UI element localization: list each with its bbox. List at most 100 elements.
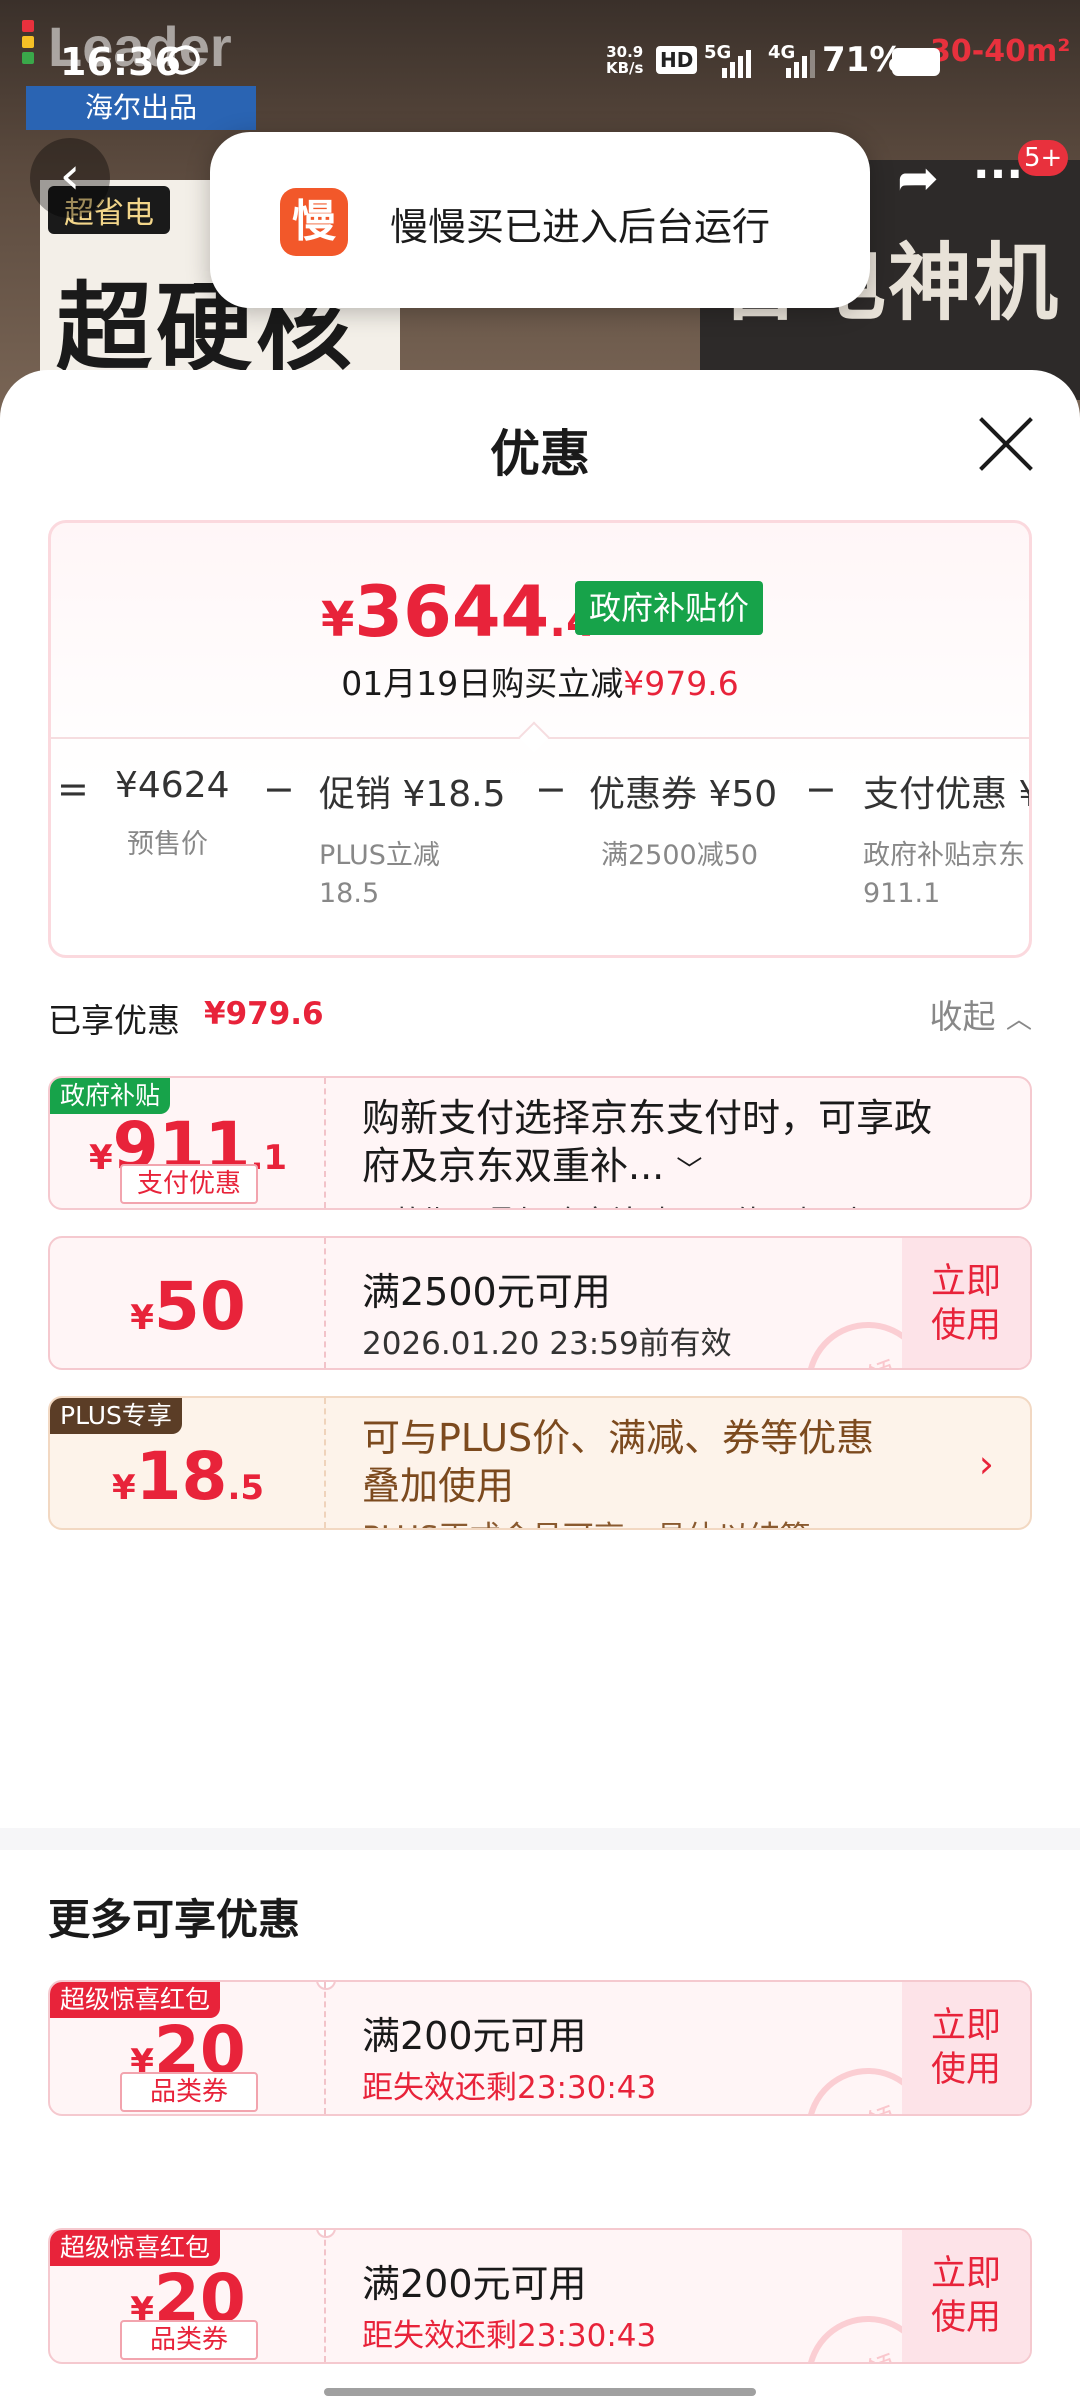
coupon-desc-line1: 购新支付选择京东支付时，可享政 xyxy=(362,1096,933,1140)
section-divider xyxy=(0,1828,1080,1850)
status-time: 16:36 xyxy=(60,40,181,84)
coupon-desc: 满200元可用 距失效还剩23:30:43 xyxy=(362,2260,656,2355)
coupon-value-area: 超级惊喜红包 ¥20 品类券 xyxy=(50,2230,326,2362)
coupon-currency: ¥ xyxy=(88,1138,113,1178)
enjoyed-discount-row: 已享优惠 ¥979.6 收起 ︿ xyxy=(48,990,1032,1040)
breakdown-amount: 优惠券 ¥50 xyxy=(589,774,778,815)
collapse-label: 收起 xyxy=(929,997,996,1036)
signal-4g-label: 4G xyxy=(768,42,796,63)
use-now-label-2: 使用 xyxy=(930,2298,1001,2338)
op-minus: − xyxy=(805,767,837,811)
net-rate-unit: KB/s xyxy=(606,59,644,77)
coupon-desc-line1: 可与PLUS价、满减、券等优惠 xyxy=(362,1416,875,1460)
sheet-title: 优惠 xyxy=(490,425,590,483)
price-currency: ¥ xyxy=(321,592,355,648)
coupon-countdown: 距失效还剩23:30:43 xyxy=(362,2070,657,2106)
gov-subsidy-coupon[interactable]: 政府补贴 ¥911.1 支付优惠 购新支付选择京东支付时，可享政 府及京东双重补… xyxy=(48,1076,1032,1210)
coupon-desc-line3: 尾款期可叠加政府补贴，具体以规则… xyxy=(362,1197,932,1208)
price-sub-prefix: 01月19日购买立减 xyxy=(341,664,624,703)
op-minus: − xyxy=(263,767,295,811)
breakdown-amount: ¥4624 xyxy=(115,765,230,806)
coupon-desc: 满2500元可用 2026.01.20 23:59前有效 xyxy=(362,1268,732,1363)
manmanmai-app-icon: 慢 xyxy=(280,188,348,256)
use-now-button[interactable]: 立即 使用 xyxy=(902,1238,1030,1368)
collapse-button[interactable]: 收起 ︿ xyxy=(929,990,1032,1038)
price-sub-line: 01月19日购买立减¥979.6 xyxy=(51,657,1029,705)
coupon-tag: PLUS专享 xyxy=(50,1398,182,1434)
use-now-label-1: 立即 xyxy=(930,1262,1001,1302)
coupon-50[interactable]: ¥50 满2500元可用 2026.01.20 23:59前有效 已领 立即 使… xyxy=(48,1236,1032,1370)
op-equals: = xyxy=(57,767,89,811)
coupon-value-area: 政府补贴 ¥911.1 支付优惠 xyxy=(50,1078,326,1208)
coupon-subtag: 支付优惠 xyxy=(120,1164,258,1204)
breakdown-amount: 促销 ¥18.5 xyxy=(319,774,506,815)
signal-4g-icon: 4G xyxy=(768,42,820,78)
more-discounts-title: 更多可享优惠 xyxy=(48,1895,301,1944)
net-rate-value: 30.9 xyxy=(606,43,644,61)
breakdown-payment: 支付优惠 ¥ 政府补贴京东 911.1 xyxy=(863,765,1032,913)
red-packet-coupon[interactable]: 超级惊喜红包 ¥20 品类券 满200元可用 距失效还剩23:30:43 已领 … xyxy=(48,2228,1032,2364)
net-rate: 30.9 KB/s xyxy=(606,44,643,76)
coupon-condition: 满200元可用 xyxy=(362,2262,587,2306)
back-button[interactable]: ‹ xyxy=(30,138,110,218)
use-now-label-1: 立即 xyxy=(930,2254,1001,2294)
op-minus: − xyxy=(535,767,567,811)
use-now-button[interactable]: 立即 使用 xyxy=(902,2230,1030,2362)
coupon-desc-line3: PLUS正式会员可享，具体以结算… xyxy=(362,1512,874,1528)
price-sub-amount: ¥979.6 xyxy=(623,664,739,703)
breakdown-note: 满2500减50 xyxy=(601,840,759,871)
hd-icon: HD xyxy=(656,46,698,74)
coupon-currency: ¥ xyxy=(111,1468,136,1508)
red-packet-coupon[interactable]: 超级惊喜红包 ¥20 品类券 满200元可用 距失效还剩23:30:43 已领 … xyxy=(48,1980,1032,2116)
discount-sheet: 优惠 ¥3644.4 政府补贴价 01月19日购买立减¥979.6 = ¥462… xyxy=(0,370,1080,2400)
breakdown-note: 政府补贴京东 911.1 xyxy=(863,840,1025,909)
breakdown-coupon: 优惠券 ¥50 满2500减50 xyxy=(589,765,777,875)
chevron-down-icon[interactable]: ﹀ xyxy=(676,1156,702,1186)
price-summary-card: ¥3644.4 政府补贴价 01月19日购买立减¥979.6 = ¥4624 预… xyxy=(48,520,1032,958)
plus-exclusive-coupon[interactable]: PLUS专享 ¥18.5 可与PLUS价、满减、券等优惠 叠加使用 PLUS正式… xyxy=(48,1396,1032,1530)
breakdown-presale: ¥4624 预售价 xyxy=(115,765,230,864)
gov-subsidy-price-tag: 政府补贴价 xyxy=(575,581,764,635)
coupon-desc: 满200元可用 距失效还剩23:30:43 xyxy=(362,2012,656,2107)
signal-5g-icon: 5G xyxy=(704,42,756,78)
coupon-value-area: ¥50 xyxy=(50,1238,326,1368)
status-bar: 16:36 30.9 KB/s HD 5G 4G 71% xyxy=(0,0,1080,120)
share-icon[interactable]: ➦ xyxy=(880,140,956,216)
use-now-button[interactable]: 立即 使用 xyxy=(902,1982,1030,2114)
coupon-desc-line2: 府及京东双重补... ﹀ xyxy=(362,1142,932,1195)
battery-icon xyxy=(892,48,940,76)
final-price: ¥3644.4 xyxy=(321,571,597,653)
coupon-amount-int: 50 xyxy=(153,1268,246,1345)
signal-5g-label: 5G xyxy=(704,42,732,63)
coupon-value-area: PLUS专享 ¥18.5 xyxy=(50,1398,326,1528)
coupon-currency: ¥ xyxy=(130,1298,154,1338)
use-now-label-2: 使用 xyxy=(930,1306,1001,1346)
price-integer: 3644 xyxy=(354,571,550,653)
breakdown-amount: 支付优惠 ¥ xyxy=(863,774,1032,815)
home-indicator[interactable] xyxy=(324,2388,756,2396)
use-now-label-2: 使用 xyxy=(930,2050,1001,2090)
enjoyed-amount: ¥979.6 xyxy=(204,996,324,1032)
coupon-amount-dec: .5 xyxy=(227,1468,265,1508)
coupon-desc: 可与PLUS价、满减、券等优惠 叠加使用 PLUS正式会员可享，具体以结算… xyxy=(362,1414,875,1528)
coupon-amount-int: 18 xyxy=(135,1438,228,1515)
price-breakdown[interactable]: = ¥4624 预售价 − 促销 ¥18.5 PLUS立减 18.5 − 优惠券… xyxy=(51,765,1029,925)
coupon-condition: 满200元可用 xyxy=(362,2014,587,2058)
enjoyed-label: 已享优惠 xyxy=(48,1001,180,1040)
coupon-desc-line2-text: 府及京东双重补... xyxy=(362,1144,665,1188)
breakdown-promo: 促销 ¥18.5 PLUS立减 18.5 xyxy=(319,765,506,913)
chevron-right-icon[interactable]: › xyxy=(979,1442,994,1486)
toast-text: 慢慢买已进入后台运行 xyxy=(390,205,771,249)
coupon-value-area: 超级惊喜红包 ¥20 品类券 xyxy=(50,1982,326,2114)
coupon-amount: ¥50 xyxy=(50,1268,326,1345)
close-icon[interactable] xyxy=(976,414,1036,474)
coupon-condition: 满2500元可用 xyxy=(362,1270,611,1314)
breakdown-note: 预售价 xyxy=(127,829,208,860)
use-now-label-1: 立即 xyxy=(930,2006,1001,2046)
coupon-desc-line2: 叠加使用 xyxy=(362,1464,515,1508)
breakdown-note: PLUS立减 18.5 xyxy=(319,840,440,909)
coupon-subtag: 品类券 xyxy=(120,2072,258,2112)
coupon-countdown: 距失效还剩23:30:43 xyxy=(362,2318,657,2354)
coupon-validity: 2026.01.20 23:59前有效 xyxy=(362,1326,732,1362)
caret-pointer xyxy=(518,721,550,753)
